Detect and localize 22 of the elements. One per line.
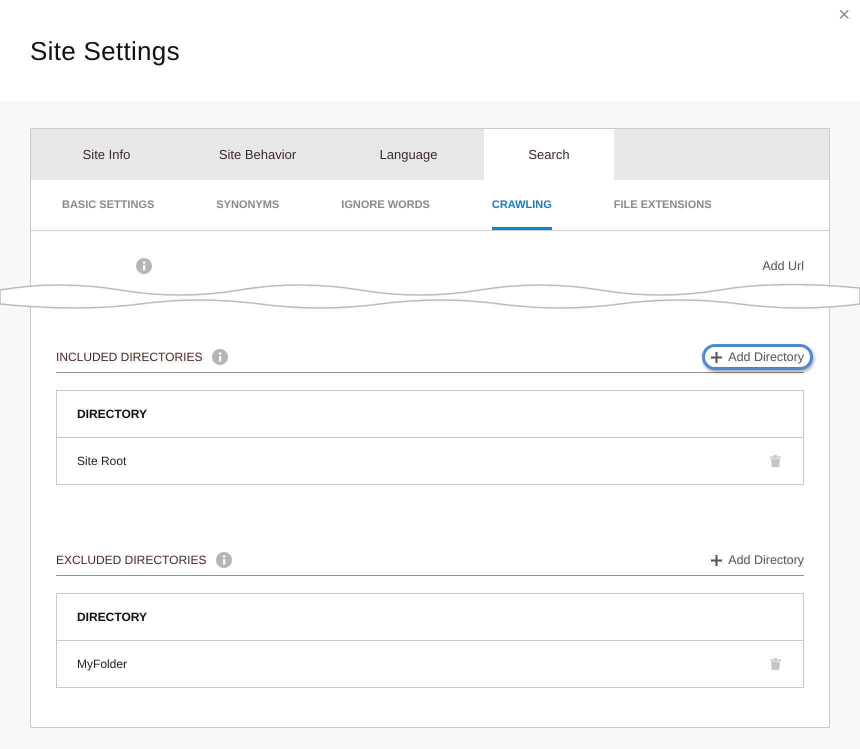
add-directory-button[interactable]: Add Directory <box>702 344 813 370</box>
info-icon[interactable] <box>212 349 228 365</box>
plus-icon <box>711 554 722 566</box>
tab[interactable]: Site Info <box>31 129 182 180</box>
section-title: EXCLUDED DIRECTORIES <box>56 553 206 567</box>
info-icon[interactable] <box>136 258 152 274</box>
tab[interactable]: Search <box>484 129 614 180</box>
dialog-title: Site Settings <box>30 36 180 66</box>
plus-icon <box>711 352 722 362</box>
column-header: DIRECTORY <box>57 594 803 641</box>
column-header: DIRECTORY <box>57 391 803 438</box>
subtab[interactable]: CRAWLING <box>492 180 552 230</box>
trash-icon[interactable] <box>770 455 781 467</box>
trash-icon[interactable] <box>770 658 781 670</box>
info-icon[interactable] <box>216 552 232 568</box>
tab[interactable]: Site Behavior <box>182 129 333 180</box>
close-button[interactable]: × <box>834 4 854 27</box>
tab[interactable]: Language <box>333 129 484 180</box>
add-url-button[interactable]: Add Url <box>762 259 804 273</box>
section-title: INCLUDED DIRECTORIES <box>56 350 202 364</box>
table-cell: MyFolder <box>77 657 128 671</box>
table-cell: Site Root <box>77 454 126 468</box>
